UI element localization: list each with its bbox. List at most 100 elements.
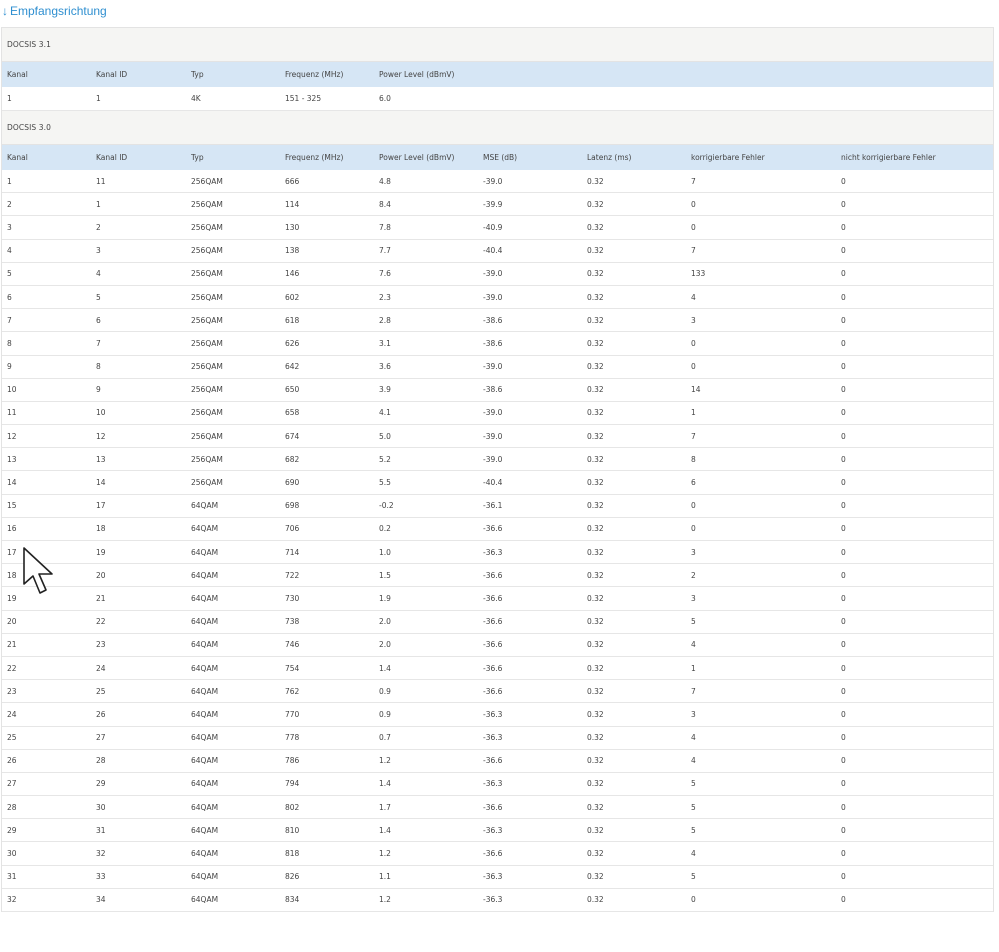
table-cell: 0 (841, 385, 846, 395)
table-cell: 14 (7, 478, 17, 488)
table-cell: 1 (7, 94, 12, 103)
column-header: Frequenz (MHz) (285, 70, 344, 79)
table-cell: 0.32 (587, 756, 604, 766)
table-cell: 0.32 (587, 617, 604, 627)
table-cell: 810 (285, 825, 300, 835)
column-header: Kanal ID (96, 153, 128, 162)
empfangsrichtung-link[interactable]: ↓ Empfangsrichtung (2, 3, 107, 19)
table-cell: -38.6 (483, 385, 503, 395)
table-cell: 8.4 (379, 199, 391, 209)
table-cell: -36.6 (483, 617, 503, 627)
column-header: Typ (191, 153, 204, 162)
table-cell: 28 (7, 802, 17, 812)
table-cell: 28 (96, 756, 106, 766)
table-cell: 4 (96, 269, 101, 279)
table-cell: 1.2 (379, 756, 391, 766)
table-cell: 0 (691, 222, 696, 232)
table-cell: 17 (7, 547, 17, 557)
table-cell: 8 (691, 454, 696, 464)
table-cell: -36.6 (483, 849, 503, 859)
table-cell: 64QAM (191, 802, 219, 812)
table-cell: 64QAM (191, 709, 219, 719)
table-cell: -36.3 (483, 733, 503, 743)
table-row: 30 32 64QAM 818 1.2 -36.6 0.32 4 0 (2, 842, 993, 866)
table-cell: 256QAM (191, 315, 223, 325)
table-cell: 30 (7, 849, 17, 859)
table-row: 18 20 64QAM 722 1.5 -36.6 0.32 2 0 (2, 564, 993, 588)
table-cell: 18 (7, 570, 17, 580)
table-cell: 5 (691, 802, 696, 812)
column-header: Power Level (dBmV) (379, 153, 455, 162)
table-cell: 0.32 (587, 524, 604, 534)
table-cell: -36.6 (483, 640, 503, 650)
table-row: 4 3 256QAM 138 7.7 -40.4 0.32 7 0 (2, 240, 993, 263)
table-cell: 256QAM (191, 431, 223, 441)
table-cell: 0.32 (587, 222, 604, 232)
table-cell: 22 (96, 617, 106, 627)
table-cell: 29 (7, 825, 17, 835)
table-cell: 722 (285, 570, 300, 580)
table-cell: 64QAM (191, 501, 219, 511)
table-cell: 0 (841, 779, 846, 789)
table-cell: 25 (7, 733, 17, 743)
table-cell: 3 (691, 709, 696, 719)
table-cell: 0 (841, 825, 846, 835)
table-cell: 27 (96, 733, 106, 743)
table-cell: 1.4 (379, 825, 391, 835)
table-cell: 33 (96, 872, 106, 882)
table-cell: 0 (841, 733, 846, 743)
table-cell: 6 (7, 292, 12, 302)
table-cell: 23 (7, 686, 17, 696)
table-cell: 0.32 (587, 895, 604, 905)
table-cell: 5 (691, 617, 696, 627)
table-cell: 0 (841, 640, 846, 650)
table-cell: 64QAM (191, 524, 219, 534)
table-cell: 31 (96, 825, 106, 835)
table-cell: 0 (841, 362, 846, 372)
table-cell: 5 (691, 872, 696, 882)
table-cell: 1.5 (379, 570, 391, 580)
table-cell: 0 (841, 709, 846, 719)
table-cell: 738 (285, 617, 300, 627)
table-cell: 0.32 (587, 385, 604, 395)
table-cell: -36.3 (483, 779, 503, 789)
table-cell: 0 (841, 338, 846, 348)
table-cell: 5.5 (379, 478, 391, 488)
table-cell: 0 (841, 454, 846, 464)
table-cell: 24 (7, 709, 17, 719)
table-cell: 3.6 (379, 362, 391, 372)
table-row: 1 1 4K 151 - 325 6.0 (2, 87, 993, 111)
table-cell: 3 (691, 593, 696, 603)
table-cell: 802 (285, 802, 300, 812)
table-cell: 14 (96, 478, 106, 488)
table-cell: 0.7 (379, 733, 391, 743)
table-cell: 0 (841, 663, 846, 673)
table-cell: 2 (7, 199, 12, 209)
table-cell: 5 (96, 292, 101, 302)
table-cell: 0.32 (587, 362, 604, 372)
table-cell: 674 (285, 431, 300, 441)
table-cell: 8 (96, 362, 101, 372)
table-cell: 0.32 (587, 779, 604, 789)
table-row: 8 7 256QAM 626 3.1 -38.6 0.32 0 0 (2, 332, 993, 356)
docsis31-group-label: DOCSIS 3.1 (2, 28, 993, 62)
table-row: 14 14 256QAM 690 5.5 -40.4 0.32 6 0 (2, 471, 993, 495)
table-row: 26 28 64QAM 786 1.2 -36.6 0.32 4 0 (2, 750, 993, 773)
table-cell: 730 (285, 593, 300, 603)
table-cell: 0 (841, 501, 846, 511)
table-cell: 64QAM (191, 872, 219, 882)
table-row: 10 9 256QAM 650 3.9 -38.6 0.32 14 0 (2, 379, 993, 402)
table-row: 29 31 64QAM 810 1.4 -36.3 0.32 5 0 (2, 819, 993, 843)
table-cell: 146 (285, 269, 300, 279)
column-header: Latenz (ms) (587, 153, 632, 162)
table-cell: 9 (7, 362, 12, 372)
table-row: 22 24 64QAM 754 1.4 -36.6 0.32 1 0 (2, 657, 993, 681)
table-cell: 0.32 (587, 176, 604, 186)
table-cell: 256QAM (191, 478, 223, 488)
table-cell: 0 (691, 338, 696, 348)
table-cell: 20 (96, 570, 106, 580)
table-cell: -38.6 (483, 338, 503, 348)
table-cell: 8 (7, 338, 12, 348)
table-cell: 0 (691, 524, 696, 534)
table-row: 7 6 256QAM 618 2.8 -38.6 0.32 3 0 (2, 309, 993, 333)
